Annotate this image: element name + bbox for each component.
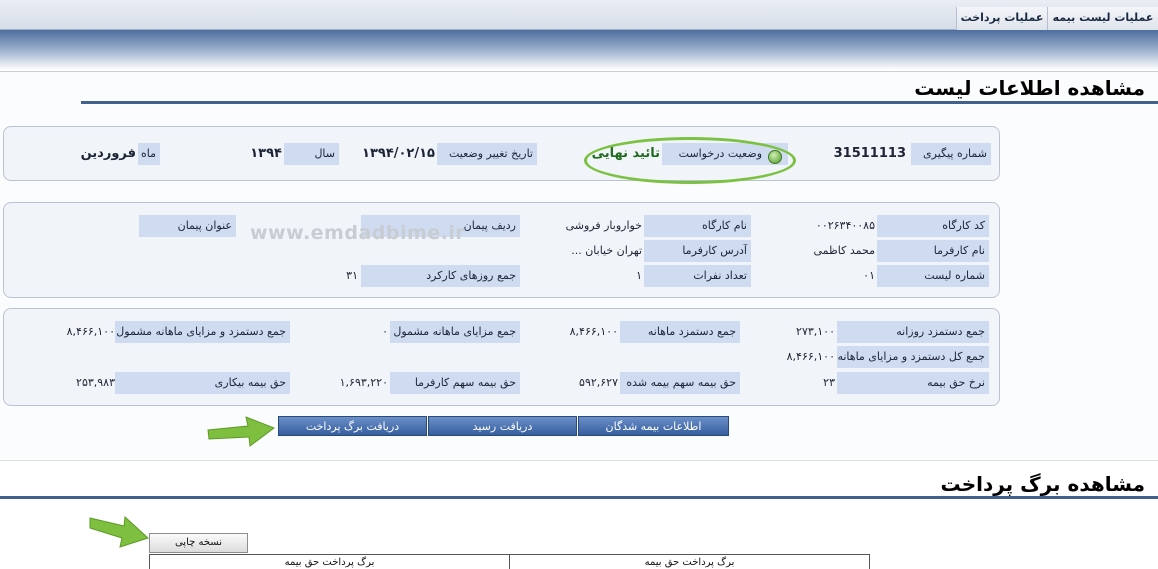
tab-payment-operations[interactable]: عملیات پرداخت (956, 7, 1047, 31)
tab-list-operations[interactable]: عملیات لیست بیمه (1047, 7, 1158, 31)
status-highlight-circle (584, 137, 796, 184)
insured-info-button[interactable]: اطلاعات بیمه شدگان (578, 416, 729, 436)
list-number-value: ۰۱ (863, 269, 875, 282)
watermark: www.emdadbime.ir (250, 222, 466, 244)
total-wage-benefits-label: جمع کل دستمزد و مزایای ماهانه (837, 346, 989, 368)
get-payment-slip-button[interactable]: دریافت برگ پرداخت (278, 416, 427, 436)
tracking-number-label: شماره پیگیری (911, 143, 991, 165)
table-header-cell: برگ پرداخت حق بیمه (284, 557, 375, 568)
get-receipt-button[interactable]: دریافت رسید (428, 416, 577, 436)
people-count-label: تعداد نفرات (644, 265, 751, 287)
workshop-code-value: ۰۰۲۶۳۴۰۰۸۵ (815, 219, 875, 232)
contract-title-label: عنوان پیمان (139, 215, 236, 237)
pointer-arrow-icon (207, 416, 276, 447)
employer-name-value: محمد کاظمی (813, 244, 876, 257)
insurance-rate-value: ۲۳ (823, 376, 835, 389)
year-value: ۱۳۹۴ (250, 146, 282, 161)
payment-slip-underline (0, 496, 1158, 499)
daily-wage-label: جمع دستمزد روزانه (837, 321, 989, 343)
employer-share-value: ۱,۶۹۳,۲۲۰ (339, 376, 388, 389)
payment-slip-title: مشاهده برگ پرداخت (940, 472, 1145, 496)
year-label: سال (284, 143, 339, 165)
employer-name-label: نام کارفرما (877, 240, 989, 262)
insurance-rate-label: نرخ حق بیمه (837, 372, 989, 394)
list-number-label: شماره لیست (877, 265, 989, 287)
table-header-cell: برگ پرداخت حق بیمه (644, 557, 735, 568)
title-underline (81, 101, 1158, 104)
work-days-label: جمع روزهای کارکرد (361, 265, 520, 287)
top-nav-bar: عملیات لیست بیمه عملیات پرداخت (0, 0, 1158, 31)
monthly-wage-label: جمع دستمزد ماهانه (620, 321, 740, 343)
employer-share-label: حق بیمه سهم کارفرما (390, 372, 520, 394)
insured-share-label: حق بیمه سهم بیمه شده (620, 372, 740, 394)
insured-share-value: ۵۹۲,۶۲۷ (579, 376, 618, 389)
status-change-date-value: ۱۳۹۴/۰۲/۱۵ (362, 146, 435, 161)
daily-wage-value: ۲۷۳,۱۰۰ (796, 325, 835, 338)
monthly-benefits-value: ۰ (382, 325, 388, 338)
wage-benefits-label: جمع دستمزد و مزایای ماهانه مشمول (115, 321, 290, 343)
header-banner (0, 30, 1158, 70)
contract-title-value (40, 215, 136, 237)
pointer-arrow-icon-2 (89, 515, 149, 548)
employer-address-value: تهران خیابان ... (571, 244, 642, 257)
workshop-code-label: کد کارگاه (877, 215, 989, 237)
wage-benefits-value: ۸,۴۶۶,۱۰۰ (66, 325, 115, 338)
workshop-name-label: نام کارگاه (644, 215, 751, 237)
workshop-name-value: خواروبار فروشی (565, 219, 642, 232)
monthly-wage-value: ۸,۴۶۶,۱۰۰ (569, 325, 618, 338)
month-value: فروردین (80, 146, 136, 161)
unemployment-label: حق بیمه بیکاری (115, 372, 290, 394)
month-label: ماه (138, 143, 160, 165)
payment-slip-table: برگ پرداخت حق بیمه برگ پرداخت حق بیمه (149, 554, 870, 569)
status-change-date-label: تاریخ تغییر وضعیت (437, 143, 537, 165)
page-title: مشاهده اطلاعات لیست (914, 76, 1145, 100)
work-days-value: ۳۱ (346, 269, 358, 282)
people-count-value: ۱ (636, 269, 642, 282)
total-wage-benefits-value: ۸,۴۶۶,۱۰۰ (786, 350, 835, 363)
employer-address-label: آدرس کارفرما (644, 240, 751, 262)
unemployment-value: ۲۵۳,۹۸۳ (76, 376, 115, 389)
print-version-button[interactable]: نسخه چاپی (149, 533, 248, 553)
monthly-benefits-label: جمع مزایای ماهانه مشمول (390, 321, 520, 343)
tracking-number-value: 31511113 (833, 146, 906, 161)
